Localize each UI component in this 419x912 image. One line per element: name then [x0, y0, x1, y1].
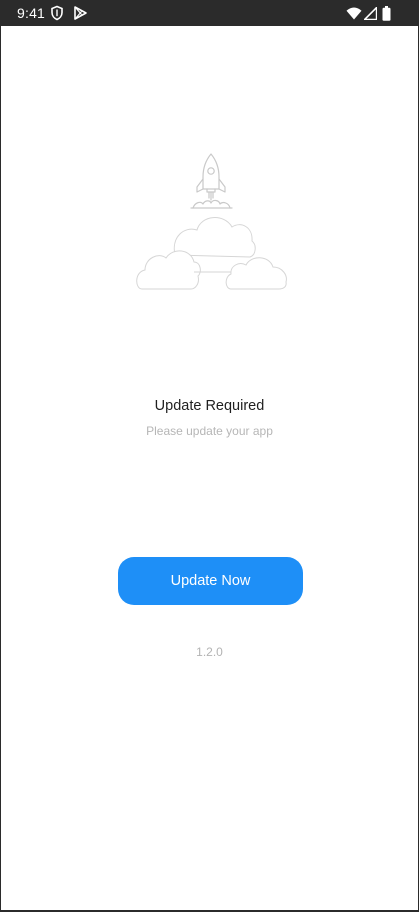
wifi-icon	[346, 7, 362, 20]
battery-icon	[382, 6, 391, 21]
signal-icon	[364, 7, 377, 20]
clouds-icon	[136, 217, 287, 290]
update-screen: Update Required Please update your app U…	[1, 26, 418, 910]
update-subtitle: Please update your app	[146, 424, 273, 438]
update-now-button[interactable]: Update Now	[118, 557, 303, 605]
status-time: 9:41	[17, 5, 46, 21]
update-title: Update Required	[154, 398, 265, 414]
app-version: 1.2.0	[196, 645, 223, 659]
phone-frame: 9:41 Update Required Please update your …	[0, 0, 419, 912]
rocket-icon	[190, 153, 233, 209]
play-store-icon	[74, 6, 87, 20]
status-bar: 9:41	[0, 0, 419, 26]
rocket-launch-illustration	[136, 153, 287, 290]
shield-icon	[51, 5, 63, 21]
